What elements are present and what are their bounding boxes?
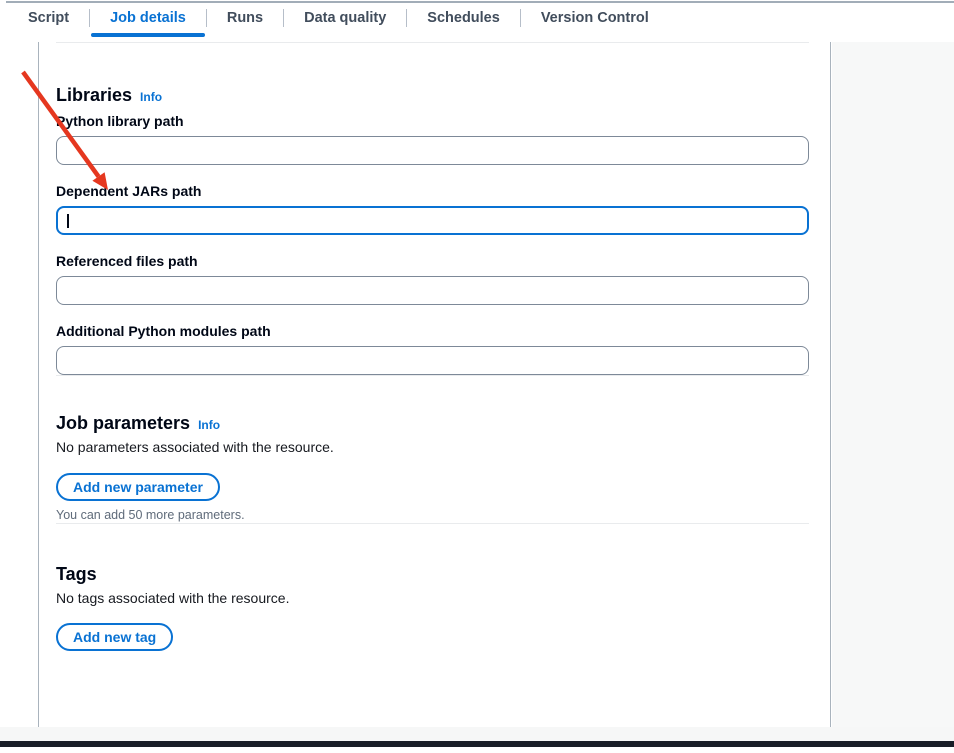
job-parameters-info-link[interactable]: Info <box>198 418 220 432</box>
add-new-tag-button[interactable]: Add new tag <box>56 623 173 651</box>
page-background-right <box>832 42 954 741</box>
tab-script[interactable]: Script <box>8 2 89 34</box>
python-library-path-input[interactable] <box>56 136 809 165</box>
tab-data-quality[interactable]: Data quality <box>284 2 406 34</box>
section-divider <box>56 523 809 524</box>
tab-label: Script <box>28 10 69 26</box>
tab-label: Schedules <box>427 10 500 26</box>
tab-job-details[interactable]: Job details <box>90 2 206 34</box>
libraries-info-link[interactable]: Info <box>140 90 162 104</box>
tab-label: Data quality <box>304 10 386 26</box>
tab-label: Runs <box>227 10 263 26</box>
tags-section-title: Tags <box>56 562 97 586</box>
tab-label: Job details <box>110 10 186 26</box>
job-parameters-empty-text: No parameters associated with the resour… <box>56 437 809 457</box>
add-new-parameter-button[interactable]: Add new parameter <box>56 473 220 501</box>
section-divider <box>56 42 809 43</box>
libraries-section-title: Libraries <box>56 83 132 107</box>
referenced-files-path-input[interactable] <box>56 276 809 305</box>
dependent-jars-path-label: Dependent JARs path <box>56 181 809 201</box>
job-details-panel: Libraries Info Python library path Depen… <box>38 42 831 727</box>
tags-section-header: Tags <box>56 562 809 586</box>
section-divider <box>56 375 809 376</box>
tab-runs[interactable]: Runs <box>207 2 283 34</box>
dependent-jars-path-input[interactable] <box>56 206 809 235</box>
page-background-bottom-strip <box>0 727 954 741</box>
tab-bar: Script Job details Runs Data quality Sch… <box>8 2 669 34</box>
job-parameters-section-header: Job parameters Info <box>56 411 809 435</box>
additional-python-modules-path-input[interactable] <box>56 346 809 375</box>
job-parameters-section-title: Job parameters <box>56 411 190 435</box>
tags-empty-text: No tags associated with the resource. <box>56 588 809 608</box>
tab-label: Version Control <box>541 10 649 26</box>
window-bottom-edge-bar <box>0 741 954 747</box>
parameters-limit-helper-text: You can add 50 more parameters. <box>56 507 809 523</box>
text-cursor <box>67 214 69 228</box>
tab-version-control[interactable]: Version Control <box>521 2 669 34</box>
python-library-path-label: Python library path <box>56 111 809 131</box>
additional-python-modules-path-label: Additional Python modules path <box>56 321 809 341</box>
tab-schedules[interactable]: Schedules <box>407 2 520 34</box>
libraries-section-header: Libraries Info <box>56 83 809 107</box>
referenced-files-path-label: Referenced files path <box>56 251 809 271</box>
